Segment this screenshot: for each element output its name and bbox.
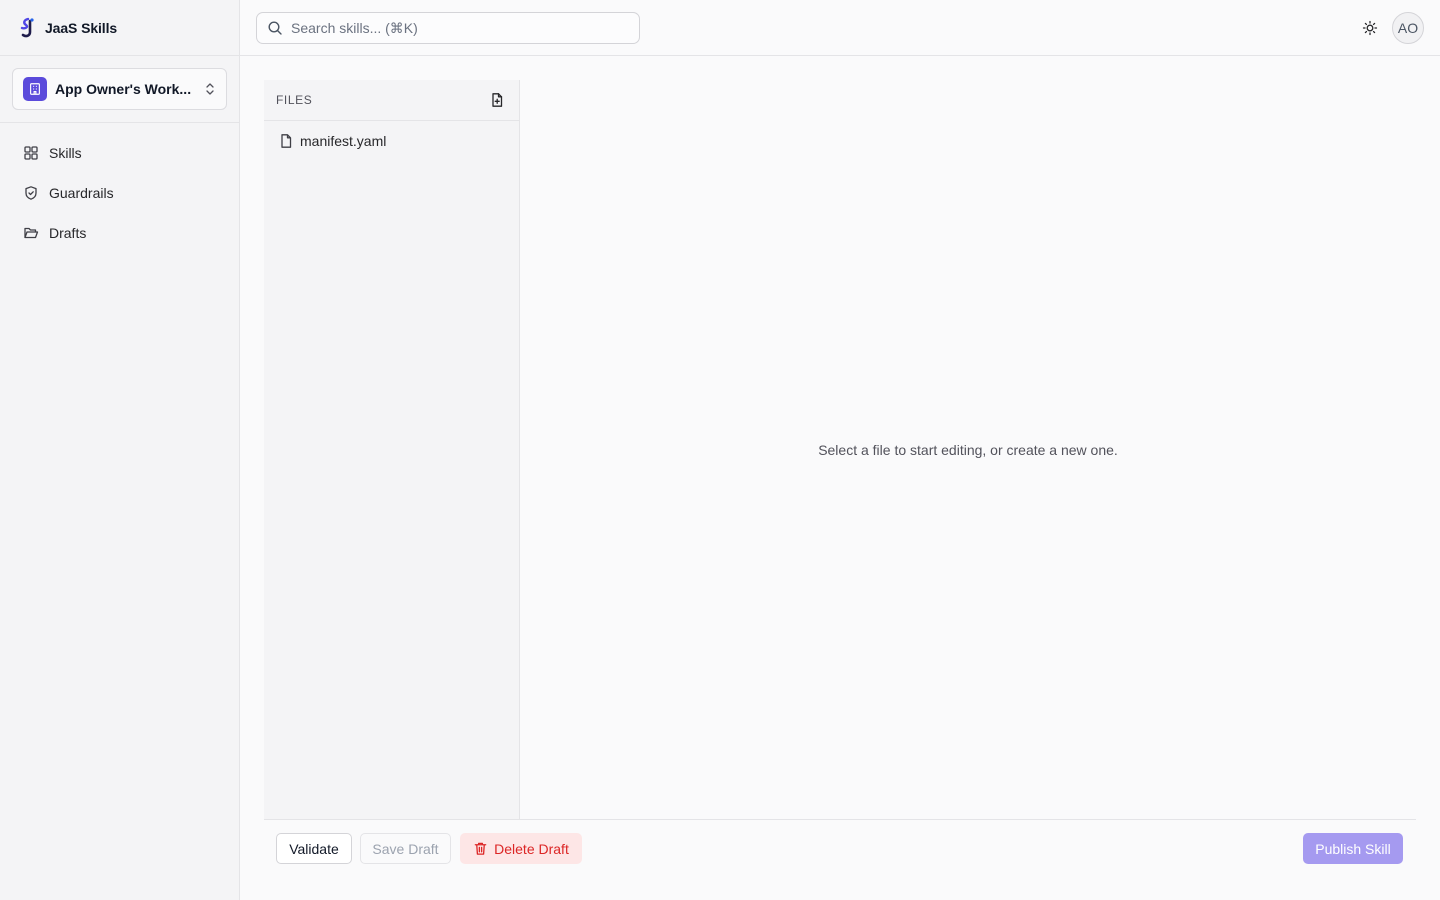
files-title: FILES	[276, 93, 313, 107]
shield-icon	[25, 186, 37, 200]
sidebar-nav: Skills Guardrails Drafts	[0, 123, 239, 263]
file-item-manifest[interactable]: manifest.yaml	[264, 121, 519, 161]
theme-toggle-button[interactable]	[1358, 16, 1382, 40]
empty-state-message: Select a file to start editing, or creat…	[818, 442, 1118, 458]
sidebar: JaaS Skills App Owner's Work... Skills G…	[0, 0, 240, 900]
top-bar: AO	[240, 0, 1440, 56]
sun-icon	[1362, 20, 1378, 36]
sidebar-item-skills[interactable]: Skills	[12, 133, 227, 173]
brand-name: JaaS Skills	[45, 19, 118, 36]
trash-icon	[474, 842, 487, 855]
sidebar-item-label: Skills	[49, 145, 82, 161]
validate-button[interactable]: Validate	[276, 833, 352, 864]
delete-draft-button[interactable]: Delete Draft	[460, 833, 582, 864]
folder-open-icon	[24, 227, 39, 239]
grid-icon	[24, 146, 38, 160]
search-input[interactable]	[291, 20, 621, 36]
sidebar-item-label: Guardrails	[49, 185, 114, 201]
workspace-name: App Owner's Work...	[55, 81, 192, 97]
files-panel: FILES manifest.yaml	[264, 80, 520, 820]
brand[interactable]: JaaS Skills	[0, 0, 239, 56]
file-icon	[281, 134, 292, 148]
publish-skill-button[interactable]: Publish Skill	[1303, 833, 1403, 864]
delete-draft-label: Delete Draft	[494, 840, 569, 857]
sidebar-item-drafts[interactable]: Drafts	[12, 213, 227, 253]
file-plus-icon	[492, 93, 503, 107]
workspace-switcher[interactable]: App Owner's Work...	[12, 68, 227, 110]
jaas-logo-icon	[20, 17, 34, 37]
file-name: manifest.yaml	[300, 133, 387, 149]
editor-empty-state: Select a file to start editing, or creat…	[520, 80, 1416, 820]
avatar[interactable]: AO	[1392, 12, 1424, 44]
building-icon	[23, 77, 47, 101]
action-bar: Validate Save Draft Delete Draft Publish…	[264, 819, 1416, 879]
new-file-button[interactable]	[487, 90, 507, 110]
save-draft-button[interactable]: Save Draft	[360, 833, 451, 864]
search-icon	[268, 21, 282, 35]
search-box[interactable]	[256, 12, 640, 44]
sidebar-item-label: Drafts	[49, 225, 87, 241]
sidebar-item-guardrails[interactable]: Guardrails	[12, 173, 227, 213]
files-header: FILES	[264, 80, 519, 121]
chevrons-up-down-icon	[206, 83, 214, 95]
